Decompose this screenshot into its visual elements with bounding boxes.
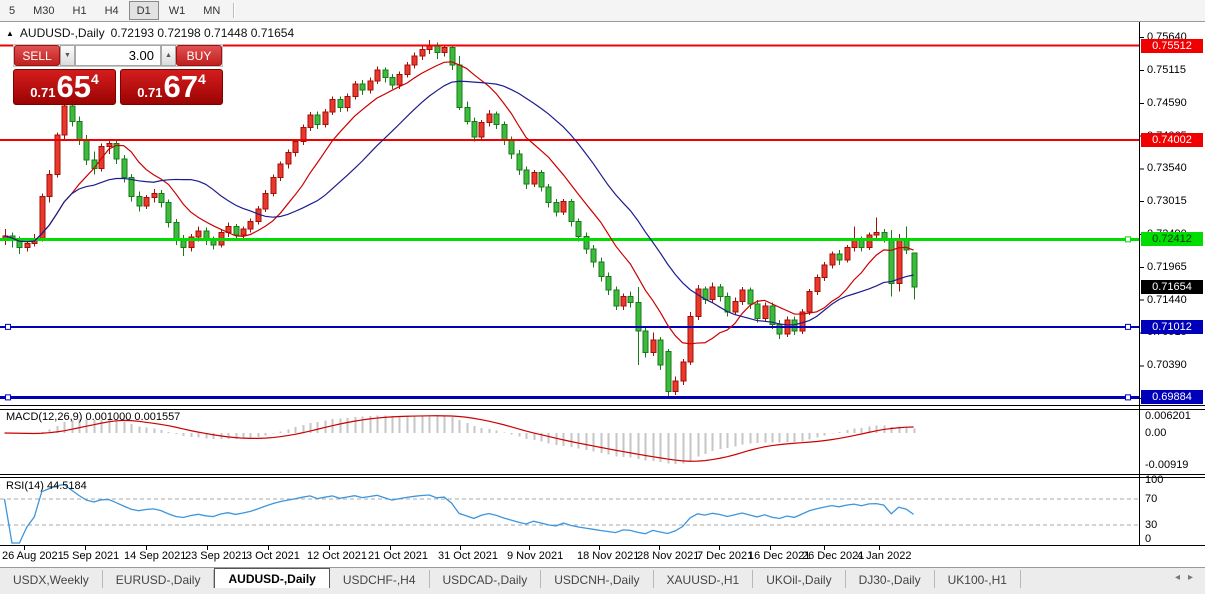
chart-ohlc-values: 0.72193 0.72198 0.71448 0.71654 bbox=[111, 26, 295, 40]
price-level-tag: 0.71012 bbox=[1141, 320, 1203, 334]
rsi-axis-label: 30 bbox=[1145, 519, 1157, 531]
hline-drag-handle[interactable] bbox=[1126, 395, 1131, 400]
symbol-tab-usdcad-daily[interactable]: USDCAD-,Daily bbox=[430, 570, 542, 589]
chart-title: ▲ AUDUSD-,Daily 0.72193 0.72198 0.71448 … bbox=[6, 26, 294, 40]
date-axis-label: 31 Oct 2021 bbox=[438, 550, 498, 562]
sell-price-box[interactable]: 0.71 65 4 bbox=[13, 69, 116, 105]
date-axis-label: 9 Nov 2021 bbox=[507, 550, 563, 562]
date-axis-label: 21 Oct 2021 bbox=[368, 550, 428, 562]
macd-axis-label: 0.006201 bbox=[1145, 410, 1191, 422]
trading-platform-window: 5M30H1H4D1W1MN ▲ AUDUSD-,Daily 0.72193 0… bbox=[0, 0, 1205, 594]
hline-drag-handle[interactable] bbox=[1126, 324, 1131, 329]
price-tick-label: 0.71440 bbox=[1147, 294, 1187, 306]
price-level-tag: 0.74002 bbox=[1141, 133, 1203, 147]
sell-price-pips: 65 bbox=[57, 72, 91, 102]
date-axis-label: 26 Dec 2021 bbox=[802, 550, 864, 562]
date-axis-label: 26 Aug 2021 bbox=[2, 550, 64, 562]
trade-price-row: 0.71 65 4 0.71 67 4 bbox=[13, 69, 223, 105]
rsi-label: RSI(14) 44.5184 bbox=[6, 480, 87, 492]
rsi-axis-label: 0 bbox=[1145, 533, 1151, 545]
symbol-tab-usdx-weekly[interactable]: USDX,Weekly bbox=[0, 570, 103, 589]
tab-scroll-right-icon[interactable]: ▸ bbox=[1188, 572, 1201, 583]
symbol-tab-dj30-daily[interactable]: DJ30-,Daily bbox=[846, 570, 935, 589]
rsi-axis-label: 100 bbox=[1145, 474, 1163, 486]
date-axis-label: 3 Oct 2021 bbox=[246, 550, 300, 562]
tab-scroll-arrows: ◂▸ bbox=[1175, 572, 1201, 583]
price-level-tag: 0.69884 bbox=[1141, 390, 1203, 404]
buy-button[interactable]: BUY bbox=[176, 45, 222, 66]
price-tick-label: 0.74590 bbox=[1147, 97, 1187, 109]
price-tick-label: 0.75115 bbox=[1147, 64, 1186, 76]
hline-drag-handle[interactable] bbox=[6, 395, 11, 400]
volume-decrease-button[interactable]: ▼ bbox=[60, 45, 75, 66]
price-tick-label: 0.71965 bbox=[1147, 261, 1187, 273]
hline-drag-handle[interactable] bbox=[6, 324, 11, 329]
buy-price-prefix: 0.71 bbox=[137, 85, 162, 100]
volume-input[interactable]: 3.00 bbox=[75, 45, 161, 66]
price-level-tag: 0.75512 bbox=[1141, 39, 1203, 53]
symbol-tab-uk100-h1[interactable]: UK100-,H1 bbox=[935, 570, 1021, 589]
date-axis-label: 28 Nov 2021 bbox=[637, 550, 699, 562]
sell-price-point: 4 bbox=[91, 71, 99, 87]
rsi-line bbox=[5, 485, 914, 544]
buy-price-box[interactable]: 0.71 67 4 bbox=[120, 69, 223, 105]
chart-symbol-label: AUDUSD-,Daily bbox=[20, 26, 105, 40]
one-click-trade-panel: SELL ▼ 3.00 ▲ BUY 0.71 65 4 0.71 67 4 bbox=[13, 44, 223, 105]
buy-price-pips: 67 bbox=[164, 72, 198, 102]
price-level-tag: 0.72412 bbox=[1141, 232, 1203, 246]
buy-price-point: 4 bbox=[198, 71, 206, 87]
sell-button[interactable]: SELL bbox=[14, 45, 60, 66]
symbol-tab-usdcnh-daily[interactable]: USDCNH-,Daily bbox=[541, 570, 653, 589]
price-tick-label: 0.73540 bbox=[1147, 162, 1187, 174]
macd-axis-label: -0.00919 bbox=[1145, 459, 1188, 471]
tab-scroll-left-icon[interactable]: ◂ bbox=[1175, 572, 1188, 583]
macd-axis-label: 0.00 bbox=[1145, 427, 1166, 439]
symbol-tab-bar: USDX,WeeklyEURUSD-,DailyAUDUSD-,DailyUSD… bbox=[0, 567, 1205, 589]
price-tick-label: 0.70390 bbox=[1147, 359, 1187, 371]
symbol-tab-eurusd-daily[interactable]: EURUSD-,Daily bbox=[103, 570, 215, 589]
status-strip bbox=[0, 588, 1205, 594]
symbol-tab-usdchf-h4[interactable]: USDCHF-,H4 bbox=[330, 570, 430, 589]
date-axis-label: 23 Sep 2021 bbox=[185, 550, 247, 562]
symbol-tab-xauusd-h1[interactable]: XAUUSD-,H1 bbox=[654, 570, 754, 589]
collapse-chart-icon[interactable]: ▲ bbox=[6, 29, 14, 38]
date-axis-label: 18 Nov 2021 bbox=[577, 550, 639, 562]
current-bid-tag: 0.71654 bbox=[1141, 280, 1203, 294]
trade-controls-row: SELL ▼ 3.00 ▲ BUY bbox=[13, 44, 223, 67]
symbol-tab-ukoil-daily[interactable]: UKOil-,Daily bbox=[753, 570, 845, 589]
date-axis-label: 14 Sep 2021 bbox=[124, 550, 186, 562]
volume-increase-button[interactable]: ▲ bbox=[161, 45, 176, 66]
sell-price-prefix: 0.71 bbox=[30, 85, 55, 100]
date-axis-label: 7 Dec 2021 bbox=[697, 550, 753, 562]
symbol-tab-audusd-daily[interactable]: AUDUSD-,Daily bbox=[214, 568, 329, 589]
rsi-axis-label: 70 bbox=[1145, 493, 1157, 505]
date-axis-label: 12 Oct 2021 bbox=[307, 550, 367, 562]
hline-drag-handle[interactable] bbox=[1126, 237, 1131, 242]
date-axis-label: 4 Jan 2022 bbox=[857, 550, 911, 562]
date-axis-label: 5 Sep 2021 bbox=[63, 550, 119, 562]
price-tick-label: 0.73015 bbox=[1147, 195, 1187, 207]
macd-label: MACD(12,26,9) 0.001000 0.001557 bbox=[6, 411, 180, 423]
